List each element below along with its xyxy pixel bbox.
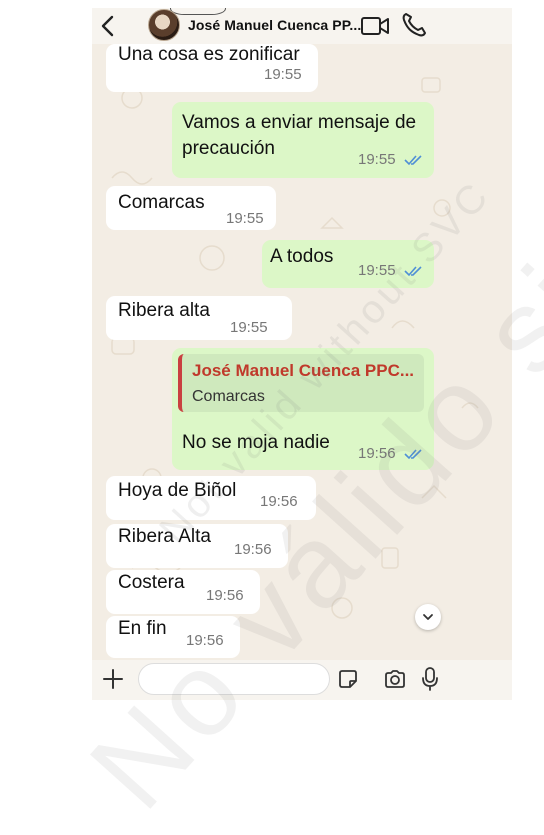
message-text: Comarcas xyxy=(118,192,205,213)
message-bubble-incoming[interactable]: En fin 19:56 xyxy=(106,616,240,658)
message-bubble-incoming[interactable]: Comarcas 19:55 xyxy=(106,186,276,230)
chevron-left-icon[interactable] xyxy=(98,14,118,38)
message-text: Ribera Alta xyxy=(118,526,211,547)
read-ticks-icon xyxy=(404,155,422,166)
read-ticks-icon xyxy=(404,449,422,460)
message-time: 19:56 xyxy=(358,445,396,462)
message-time: 19:55 xyxy=(264,66,302,83)
message-text: Costera xyxy=(118,572,185,593)
message-time: 19:56 xyxy=(186,632,224,649)
chevron-down-icon[interactable] xyxy=(415,604,441,630)
message-text: Una cosa es zonificar xyxy=(118,44,300,65)
message-text: A todos xyxy=(270,246,334,267)
message-text-line-1: Vamos a enviar mensaje de xyxy=(182,112,417,133)
message-time: 19:55 xyxy=(230,319,268,336)
microphone-icon[interactable] xyxy=(422,666,438,692)
message-bubble-incoming[interactable]: Ribera alta 19:55 xyxy=(106,296,292,340)
message-text: En fin xyxy=(118,618,167,639)
message-bubble-incoming[interactable]: Una cosa es zonificar 19:55 xyxy=(106,44,318,92)
quoted-message[interactable]: José Manuel Cuenca PPC... Comarcas xyxy=(178,354,424,412)
message-text: Hoya de Biñol xyxy=(118,480,237,501)
composer-bar xyxy=(92,660,512,700)
message-bubble-outgoing-reply[interactable]: José Manuel Cuenca PPC... Comarcas No se… xyxy=(172,348,434,470)
message-bubble-incoming[interactable]: Ribera Alta 19:56 xyxy=(106,524,288,568)
message-time: 19:55 xyxy=(358,262,396,279)
quoted-text: Comarcas xyxy=(192,388,265,405)
video-camera-icon[interactable] xyxy=(360,13,390,39)
read-ticks-icon xyxy=(404,266,422,277)
phone-icon[interactable] xyxy=(400,11,428,39)
message-text: Ribera alta xyxy=(118,300,210,321)
sticker-icon[interactable] xyxy=(338,669,358,689)
avatar[interactable] xyxy=(148,9,180,41)
message-time: 19:55 xyxy=(358,151,396,168)
message-bubble-incoming[interactable]: Costera 19:56 xyxy=(106,570,260,614)
seal-stamp xyxy=(170,8,226,15)
message-time: 19:55 xyxy=(226,210,264,227)
chat-header: José Manuel Cuenca PP... xyxy=(92,8,512,44)
message-time: 19:56 xyxy=(206,587,244,604)
plus-icon[interactable] xyxy=(102,668,124,690)
quoted-author: José Manuel Cuenca PPC... xyxy=(192,361,415,380)
message-bubble-outgoing[interactable]: A todos 19:55 xyxy=(262,240,434,288)
message-input[interactable] xyxy=(138,663,330,695)
message-time: 19:56 xyxy=(260,493,298,510)
message-bubble-outgoing[interactable]: Vamos a enviar mensaje de precaución 19:… xyxy=(172,102,434,178)
message-text-line-2: precaución xyxy=(182,138,275,159)
contact-name[interactable]: José Manuel Cuenca PP... xyxy=(188,17,361,33)
message-text: No se moja nadie xyxy=(182,432,330,453)
chat-screen: José Manuel Cuenca PP... Una cosa es zon… xyxy=(92,8,512,700)
message-bubble-incoming[interactable]: Hoya de Biñol 19:56 xyxy=(106,476,316,520)
camera-icon[interactable] xyxy=(384,668,406,690)
message-time: 19:56 xyxy=(234,541,272,558)
